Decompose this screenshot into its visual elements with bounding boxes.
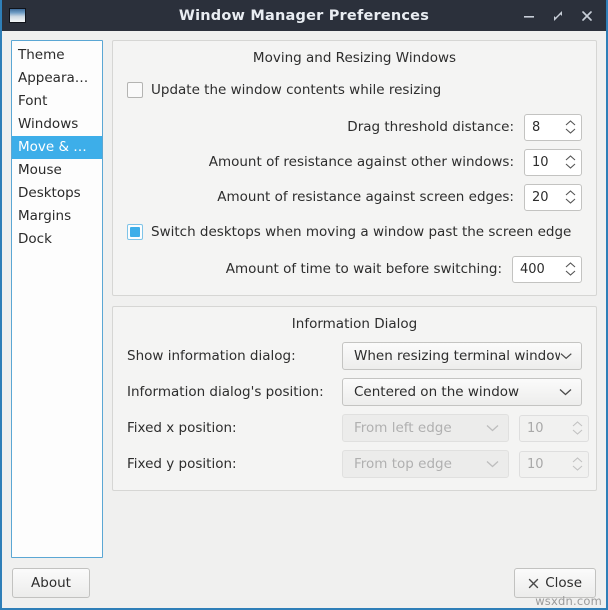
dialog-footer: About Close wsxdn.com	[2, 558, 606, 608]
fixed-x-dropdown[interactable]: From left edge	[342, 414, 509, 442]
show-dialog-dropdown[interactable]: When resizing terminal windows	[342, 342, 582, 370]
drag-threshold-value: 8	[532, 119, 541, 135]
switch-desktops-label: Switch desktops when moving a window pas…	[151, 224, 572, 240]
chevron-up-icon	[572, 457, 583, 463]
wait-time-label: Amount of time to wait before switching:	[225, 261, 502, 277]
fixed-x-row: Fixed x position: From left edge 10	[127, 414, 589, 442]
dialog-position-value: Centered on the window	[354, 384, 520, 400]
drag-threshold-row: Drag threshold distance: 8	[127, 113, 582, 141]
resistance-windows-spinner[interactable]: 10	[524, 148, 582, 176]
chevron-down-icon	[486, 425, 499, 432]
window-body: Theme Appeara… Font Windows Move & … Mou…	[2, 31, 606, 558]
update-contents-checkbox[interactable]	[127, 82, 143, 98]
spinner-arrows[interactable]	[565, 155, 576, 169]
wait-time-row: Amount of time to wait before switching:…	[127, 255, 582, 283]
sidebar-item-move-resize[interactable]: Move & …	[12, 136, 102, 159]
chevron-down-icon	[565, 163, 576, 169]
resistance-windows-value: 10	[532, 154, 549, 170]
resistance-edges-row: Amount of resistance against screen edge…	[127, 183, 582, 211]
fixed-y-row: Fixed y position: From top edge 10	[127, 450, 589, 478]
switch-desktops-checkbox-group[interactable]: Switch desktops when moving a window pas…	[127, 224, 571, 240]
resistance-edges-label: Amount of resistance against screen edge…	[217, 189, 514, 205]
wait-time-spinner[interactable]: 400	[512, 255, 582, 283]
spinner-arrows[interactable]	[565, 262, 576, 276]
preferences-window: Window Manager Preferences Theme Appeara…	[0, 0, 608, 610]
window-title: Window Manager Preferences	[178, 7, 430, 24]
update-contents-checkbox-group[interactable]: Update the window contents while resizin…	[127, 82, 441, 98]
window-icon	[9, 8, 26, 23]
switch-desktops-row: Switch desktops when moving a window pas…	[127, 218, 582, 246]
chevron-down-icon	[565, 128, 576, 134]
fixed-y-value: From top edge	[354, 456, 452, 472]
update-contents-label: Update the window contents while resizin…	[151, 82, 442, 98]
moving-resizing-frame: Moving and Resizing Windows Update the w…	[112, 40, 597, 296]
switch-desktops-checkbox[interactable]	[127, 224, 143, 240]
resistance-edges-spinner[interactable]: 20	[524, 183, 582, 211]
chevron-up-icon	[565, 190, 576, 196]
spinner-arrows[interactable]	[572, 421, 583, 435]
minimize-button[interactable]	[522, 9, 536, 23]
chevron-down-icon	[572, 429, 583, 435]
information-dialog-frame: Information Dialog Show information dial…	[112, 306, 597, 491]
chevron-up-icon	[572, 421, 583, 427]
fixed-y-spin-value: 10	[527, 456, 544, 472]
chevron-up-icon	[565, 155, 576, 161]
chevron-down-icon	[565, 198, 576, 204]
show-dialog-label: Show information dialog:	[127, 348, 296, 364]
close-x-icon	[529, 578, 539, 588]
chevron-down-icon	[486, 461, 499, 468]
sidebar-item-theme[interactable]: Theme	[12, 44, 102, 67]
chevron-up-icon	[565, 120, 576, 126]
drag-threshold-label: Drag threshold distance:	[347, 119, 514, 135]
about-button-label: About	[31, 575, 71, 591]
wait-time-value: 400	[520, 261, 545, 277]
fixed-x-spinner[interactable]: 10	[519, 414, 589, 442]
show-dialog-value: When resizing terminal windows	[354, 348, 560, 364]
chevron-down-icon	[565, 270, 576, 276]
chevron-down-icon	[572, 465, 583, 471]
spinner-arrows[interactable]	[572, 457, 583, 471]
show-dialog-row: Show information dialog: When resizing t…	[127, 342, 582, 370]
close-button-label: Close	[545, 575, 582, 591]
fixed-x-value: From left edge	[354, 420, 452, 436]
about-button[interactable]: About	[12, 568, 90, 598]
maximize-button[interactable]	[551, 9, 565, 23]
sidebar-item-mouse[interactable]: Mouse	[12, 159, 102, 182]
sidebar-item-margins[interactable]: Margins	[12, 205, 102, 228]
dialog-position-row: Information dialog's position: Centered …	[127, 378, 582, 406]
fixed-y-label: Fixed y position:	[127, 456, 237, 472]
sidebar-item-windows[interactable]: Windows	[12, 113, 102, 136]
fixed-x-label: Fixed x position:	[127, 420, 237, 436]
title-bar: Window Manager Preferences	[2, 0, 606, 31]
update-contents-row: Update the window contents while resizin…	[127, 76, 582, 104]
moving-resizing-title: Moving and Resizing Windows	[252, 50, 457, 66]
watermark: wsxdn.com	[535, 594, 602, 608]
fixed-y-dropdown[interactable]: From top edge	[342, 450, 509, 478]
drag-threshold-spinner[interactable]: 8	[524, 113, 582, 141]
chevron-up-icon	[565, 262, 576, 268]
window-controls	[522, 9, 598, 23]
spinner-arrows[interactable]	[565, 120, 576, 134]
resistance-windows-label: Amount of resistance against other windo…	[208, 154, 514, 170]
fixed-x-spin-value: 10	[527, 420, 544, 436]
sidebar-item-font[interactable]: Font	[12, 90, 102, 113]
chevron-down-icon	[560, 353, 572, 360]
resistance-windows-row: Amount of resistance against other windo…	[127, 148, 582, 176]
sidebar-item-desktops[interactable]: Desktops	[12, 182, 102, 205]
dialog-position-label: Information dialog's position:	[127, 384, 324, 400]
settings-category-list[interactable]: Theme Appeara… Font Windows Move & … Mou…	[11, 40, 103, 558]
resistance-edges-value: 20	[532, 189, 549, 205]
chevron-down-icon	[559, 389, 572, 396]
sidebar-item-appearance[interactable]: Appeara…	[12, 67, 102, 90]
close-button[interactable]	[580, 9, 594, 23]
settings-content: Moving and Resizing Windows Update the w…	[112, 40, 597, 558]
fixed-y-spinner[interactable]: 10	[519, 450, 589, 478]
spinner-arrows[interactable]	[565, 190, 576, 204]
sidebar-item-dock[interactable]: Dock	[12, 228, 102, 251]
information-dialog-title: Information Dialog	[291, 316, 418, 332]
dialog-position-dropdown[interactable]: Centered on the window	[342, 378, 582, 406]
